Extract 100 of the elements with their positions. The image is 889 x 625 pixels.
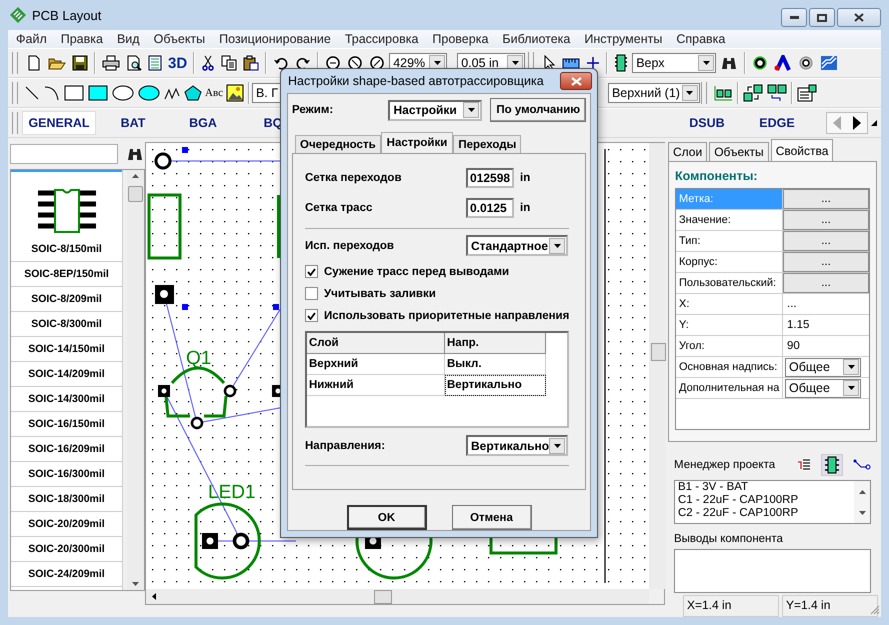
- checkbox[interactable]: [305, 309, 318, 322]
- align-icon[interactable]: [712, 85, 733, 101]
- scissors-icon[interactable]: [201, 55, 216, 71]
- corner-triangle-icon[interactable]: [871, 120, 877, 126]
- save-icon[interactable]: [72, 55, 88, 71]
- menu-item[interactable]: Объекты: [146, 32, 212, 46]
- new-file-icon[interactable]: [26, 55, 42, 71]
- panel-tab[interactable]: Слои: [668, 142, 708, 161]
- library-item[interactable]: SOIC-20/209mil: [11, 512, 122, 537]
- pad-tool-icon[interactable]: [774, 55, 792, 71]
- search-icon[interactable]: [126, 147, 144, 161]
- property-dropdown[interactable]: Общее: [785, 378, 861, 398]
- panel-tab[interactable]: Свойства: [770, 139, 834, 161]
- column-header[interactable]: Напр.: [445, 333, 546, 354]
- polygon-tool-icon[interactable]: [184, 85, 202, 101]
- copy-icon[interactable]: [221, 55, 238, 71]
- menu-item[interactable]: Правка: [54, 32, 110, 46]
- library-tab[interactable]: GENERAL: [22, 111, 96, 135]
- via-type-dropdown[interactable]: Стандартное: [466, 235, 568, 256]
- ring-icon[interactable]: [798, 55, 814, 71]
- checkbox[interactable]: [305, 265, 318, 278]
- component-list-item[interactable]: C2 - 22uF - CAP100RP: [678, 507, 854, 520]
- scrollbar[interactable]: [649, 143, 666, 589]
- property-edit-button[interactable]: ...: [783, 231, 869, 251]
- panel-tab[interactable]: Объекты: [709, 142, 769, 161]
- filled-ellipse-tool-icon[interactable]: [138, 85, 160, 101]
- property-dropdown[interactable]: Общее: [785, 358, 861, 376]
- rectangle-tool-icon[interactable]: [64, 85, 84, 101]
- library-item[interactable]: SOIC-18/300mil: [11, 487, 122, 512]
- line-tool-icon[interactable]: [24, 85, 40, 101]
- library-item[interactable]: SOIC-14/300mil: [11, 387, 122, 412]
- property-edit-button[interactable]: ...: [783, 273, 869, 293]
- property-edit-button[interactable]: ...: [783, 189, 869, 209]
- text-tool-button[interactable]: Авс: [204, 87, 224, 99]
- direction-dropdown[interactable]: Вертикально: [466, 435, 568, 456]
- ellipse-tool-icon[interactable]: [112, 85, 134, 101]
- swap-components-icon[interactable]: [742, 84, 763, 102]
- library-tab[interactable]: DSUB: [672, 111, 742, 135]
- menu-item[interactable]: Трассировка: [338, 32, 426, 46]
- print-icon[interactable]: [102, 55, 120, 71]
- select-arrow-icon[interactable]: [542, 55, 556, 71]
- side-dropdown[interactable]: Верх: [632, 53, 716, 73]
- image-tool-icon[interactable]: [226, 84, 244, 102]
- property-edit-button[interactable]: ...: [783, 210, 869, 230]
- scrollbar[interactable]: [854, 481, 870, 523]
- component-list-item[interactable]: C1 - 22uF - CAP100RP: [678, 494, 854, 507]
- zoom-out-icon[interactable]: [347, 55, 364, 71]
- property-name[interactable]: Y:: [676, 315, 783, 335]
- property-name[interactable]: Основная надпись:: [676, 357, 783, 377]
- menu-item[interactable]: Файл: [9, 32, 54, 46]
- scroll-thumb[interactable]: [374, 590, 392, 604]
- layer-dropdown[interactable]: Верхний (1): [608, 83, 700, 103]
- properties-icon[interactable]: [796, 84, 817, 102]
- dialog-tab[interactable]: Переходы: [453, 135, 522, 153]
- table-cell[interactable]: Выкл.: [445, 354, 546, 375]
- library-item[interactable]: SOIC-16/209mil: [11, 437, 122, 462]
- input-field[interactable]: 0.0125: [466, 198, 514, 218]
- library-item[interactable]: SOIC-16/300mil: [11, 462, 122, 487]
- table-cell[interactable]: Вертикально: [445, 375, 546, 396]
- resize-grip-icon[interactable]: [870, 605, 880, 615]
- chip-icon[interactable]: [821, 454, 843, 476]
- route-icon[interactable]: [820, 55, 838, 71]
- menu-item[interactable]: Справка: [669, 32, 732, 46]
- zoom-fit-icon[interactable]: [369, 55, 386, 71]
- swap-pins-icon[interactable]: [766, 84, 787, 102]
- property-name[interactable]: Угол:: [676, 336, 783, 356]
- 3d-view-button[interactable]: 3D: [166, 54, 190, 72]
- library-item[interactable]: SOIC-8/300mil: [11, 312, 122, 337]
- property-value[interactable]: 1.15: [783, 315, 869, 335]
- redo-icon[interactable]: [295, 55, 312, 71]
- library-tab[interactable]: BGA: [168, 111, 238, 135]
- property-edit-button[interactable]: ...: [783, 252, 869, 272]
- defaults-button[interactable]: По умолчанию: [490, 98, 586, 122]
- dialog-tab[interactable]: Очередность: [295, 135, 381, 153]
- scroll-thumb[interactable]: [128, 186, 143, 202]
- crosshair-icon[interactable]: [586, 56, 600, 70]
- library-item[interactable]: SOIC-24/209mil: [11, 562, 122, 587]
- maximize-button[interactable]: [809, 8, 835, 27]
- scrollbar[interactable]: [146, 589, 649, 604]
- checkbox[interactable]: [305, 287, 318, 300]
- undo-icon[interactable]: [273, 55, 290, 71]
- library-tab[interactable]: BAT: [98, 111, 168, 135]
- menu-item[interactable]: Вид: [110, 32, 147, 46]
- net-icon[interactable]: [853, 459, 871, 471]
- property-name[interactable]: Дополнительная на: [676, 378, 783, 398]
- arc-tool-icon[interactable]: [44, 85, 60, 101]
- menu-item[interactable]: Позиционирование: [212, 32, 338, 46]
- filled-rectangle-tool-icon[interactable]: [88, 85, 108, 101]
- library-item[interactable]: SOIC-14/209mil: [11, 362, 122, 387]
- component-list-item[interactable]: B1 - 3V - BAT: [678, 481, 854, 494]
- scrollbar[interactable]: [127, 170, 144, 590]
- minimize-button[interactable]: [781, 8, 807, 27]
- library-tab[interactable]: EDGE: [742, 111, 812, 135]
- search-field[interactable]: [10, 144, 118, 164]
- paste-icon[interactable]: [243, 55, 260, 71]
- library-item[interactable]: SOIC-8EP/150mil: [11, 262, 122, 287]
- print-preview-icon[interactable]: [126, 55, 142, 71]
- zoom-in-icon[interactable]: [325, 55, 342, 71]
- dialog-tab[interactable]: Настройки: [380, 132, 454, 153]
- ruler-icon[interactable]: [562, 56, 580, 70]
